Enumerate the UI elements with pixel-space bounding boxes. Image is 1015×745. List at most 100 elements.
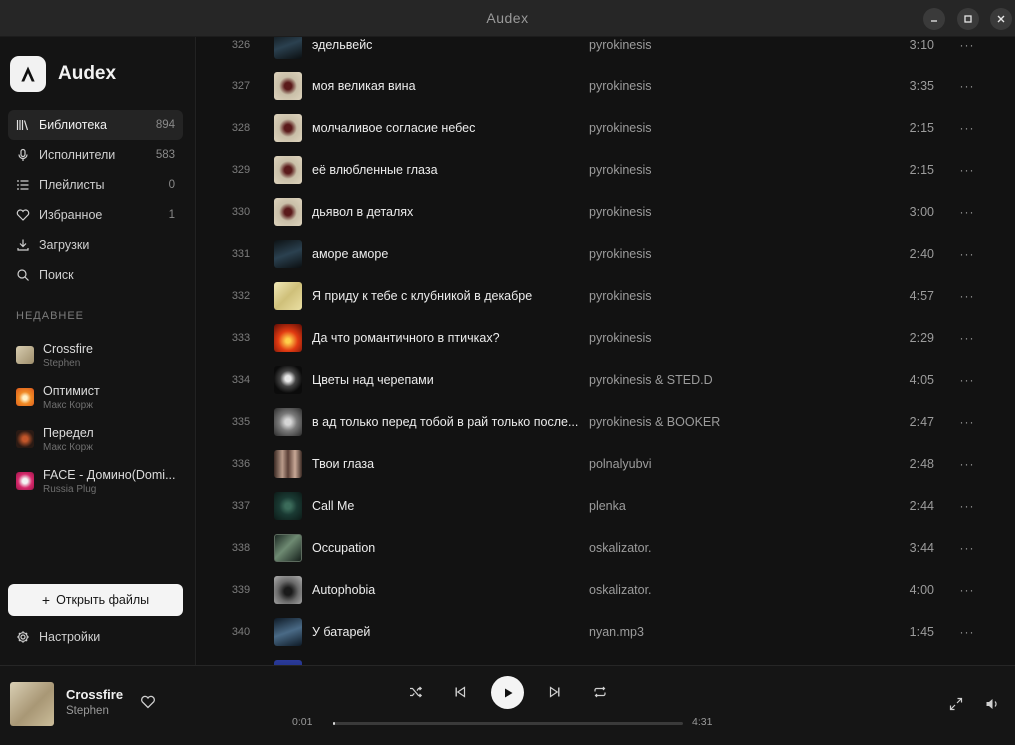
sidebar-item-label: Библиотека (39, 118, 107, 132)
track-artist[interactable]: pyrokinesis (589, 79, 652, 93)
settings-label: Настройки (39, 630, 101, 644)
recent-cover (16, 472, 34, 490)
recent-title: FACE - Домино(Domi... (43, 467, 176, 482)
skip-back-icon (455, 686, 466, 698)
track-artist[interactable]: pyrokinesis (589, 163, 652, 177)
track-artist[interactable]: plenka (589, 499, 626, 513)
previous-button[interactable] (451, 683, 469, 701)
heart-icon (16, 208, 30, 222)
sidebar-item-playlists[interactable]: Плейлисты 0 (8, 170, 183, 200)
track-artist[interactable]: pyrokinesis & BOOKER (589, 415, 720, 429)
track-row[interactable]: 334 Цветы над черепами pyrokinesis & STE… (197, 359, 1015, 401)
minimize-button[interactable] (923, 8, 945, 30)
recent-artist: Макс Корж (43, 441, 93, 453)
sidebar-item-label: Плейлисты (39, 178, 105, 192)
track-row[interactable]: 326 эдельвейс pyrokinesis 3:10 ··· (197, 37, 1015, 66)
track-list: 326 эдельвейс pyrokinesis 3:10 ··· 327 м… (197, 37, 1015, 665)
sidebar-item-count: 1 (168, 209, 175, 221)
more-options-icon[interactable]: ··· (957, 38, 977, 52)
track-row[interactable]: 331 аморе аморе pyrokinesis 2:40 ··· (197, 233, 1015, 275)
shuffle-icon (410, 686, 423, 698)
more-options-icon[interactable]: ··· (957, 373, 977, 387)
track-number: 338 (231, 542, 251, 554)
track-artist[interactable]: pyrokinesis (589, 247, 652, 261)
track-title: Call Me (312, 499, 355, 513)
close-button[interactable] (990, 8, 1012, 30)
track-artist[interactable]: pyrokinesis (589, 205, 652, 219)
track-row[interactable]: 338 Occupation oskalizator. 3:44 ··· (197, 527, 1015, 569)
sidebar-item-artists[interactable]: Исполнители 583 (8, 140, 183, 170)
sidebar-item-favorites[interactable]: Избранное 1 (8, 200, 183, 230)
track-artist[interactable]: pyrokinesis (589, 38, 652, 52)
next-button[interactable] (546, 683, 564, 701)
track-row[interactable]: 328 молчаливое согласие небес pyrokinesi… (197, 107, 1015, 149)
more-options-icon[interactable]: ··· (957, 331, 977, 345)
maximize-button[interactable] (957, 8, 979, 30)
now-playing-artist[interactable]: Stephen (66, 705, 109, 717)
track-title: Occupation (312, 541, 376, 555)
track-duration: 2:47 (909, 415, 934, 429)
track-row[interactable]: 327 моя великая вина pyrokinesis 3:35 ··… (197, 65, 1015, 107)
sidebar-item-library[interactable]: Библиотека 894 (8, 110, 183, 140)
settings-button[interactable]: Настройки (16, 630, 100, 644)
volume-icon[interactable] (984, 696, 1000, 712)
recent-item[interactable]: Оптимист Макс Корж (16, 376, 181, 418)
expand-icon[interactable] (948, 696, 964, 712)
track-number: 333 (231, 332, 251, 344)
more-options-icon[interactable]: ··· (957, 415, 977, 429)
repeat-button[interactable] (591, 683, 609, 701)
track-row[interactable]: 335 в ад только перед тобой в рай только… (197, 401, 1015, 443)
track-row[interactable]: 337 Call Me plenka 2:44 ··· (197, 485, 1015, 527)
track-artist[interactable]: pyrokinesis (589, 331, 652, 345)
track-row[interactable]: 336 Твои глаза polnalyubvi 2:48 ··· (197, 443, 1015, 485)
microphone-icon (16, 148, 30, 162)
more-options-icon[interactable]: ··· (957, 247, 977, 261)
track-row[interactable]: 333 Да что романтичного в птичках? pyrok… (197, 317, 1015, 359)
track-row[interactable]: 339 Autophobia oskalizator. 4:00 ··· (197, 569, 1015, 611)
track-artist[interactable]: pyrokinesis & STED.D (589, 373, 713, 387)
more-options-icon[interactable]: ··· (957, 625, 977, 639)
track-duration: 2:40 (909, 247, 934, 261)
more-options-icon[interactable]: ··· (957, 163, 977, 177)
track-artist[interactable]: nyan.mp3 (589, 625, 644, 639)
track-artist[interactable]: oskalizator. (589, 583, 652, 597)
open-files-button[interactable]: + Открыть файлы (8, 584, 183, 616)
more-options-icon[interactable]: ··· (957, 541, 977, 555)
recent-item[interactable]: Crossfire Stephen (16, 334, 181, 376)
recent-heading: НЕДАВНЕЕ (16, 310, 85, 322)
more-options-icon[interactable]: ··· (957, 121, 977, 135)
heart-icon[interactable] (140, 694, 156, 710)
track-row[interactable]: 340 У батарей nyan.mp3 1:45 ··· (197, 611, 1015, 653)
more-options-icon[interactable]: ··· (957, 289, 977, 303)
more-options-icon[interactable]: ··· (957, 457, 977, 471)
track-row[interactable] (197, 653, 1015, 665)
recent-cover (16, 346, 34, 364)
play-icon (504, 688, 512, 697)
track-cover (274, 37, 302, 59)
track-artist[interactable]: pyrokinesis (589, 289, 652, 303)
track-title: эдельвейс (312, 38, 373, 52)
track-title: Твои глаза (312, 457, 375, 471)
track-row[interactable]: 332 Я приду к тебе с клубникой в декабре… (197, 275, 1015, 317)
track-artist[interactable]: polnalyubvi (589, 457, 652, 471)
progress-slider[interactable] (333, 722, 683, 725)
sidebar-item-downloads[interactable]: Загрузки (8, 230, 183, 260)
sidebar-item-search[interactable]: Поиск (8, 260, 183, 290)
track-cover (274, 114, 302, 142)
recent-cover (16, 430, 34, 448)
more-options-icon[interactable]: ··· (957, 499, 977, 513)
track-artist[interactable]: oskalizator. (589, 541, 652, 555)
track-row[interactable]: 330 дьявол в деталях pyrokinesis 3:00 ··… (197, 191, 1015, 233)
sidebar-item-label: Избранное (39, 208, 103, 222)
track-artist[interactable]: pyrokinesis (589, 121, 652, 135)
track-row[interactable]: 329 её влюбленные глаза pyrokinesis 2:15… (197, 149, 1015, 191)
play-button[interactable] (491, 676, 524, 709)
sidebar: Audex Библиотека 894 Исполнители 583 Пле… (0, 37, 196, 665)
more-options-icon[interactable]: ··· (957, 79, 977, 93)
recent-item[interactable]: FACE - Домино(Domi... Russia Plug (16, 460, 181, 502)
more-options-icon[interactable]: ··· (957, 583, 977, 597)
recent-item[interactable]: Передел Макс Корж (16, 418, 181, 460)
logo-icon (21, 66, 35, 82)
shuffle-button[interactable] (407, 683, 425, 701)
more-options-icon[interactable]: ··· (957, 205, 977, 219)
